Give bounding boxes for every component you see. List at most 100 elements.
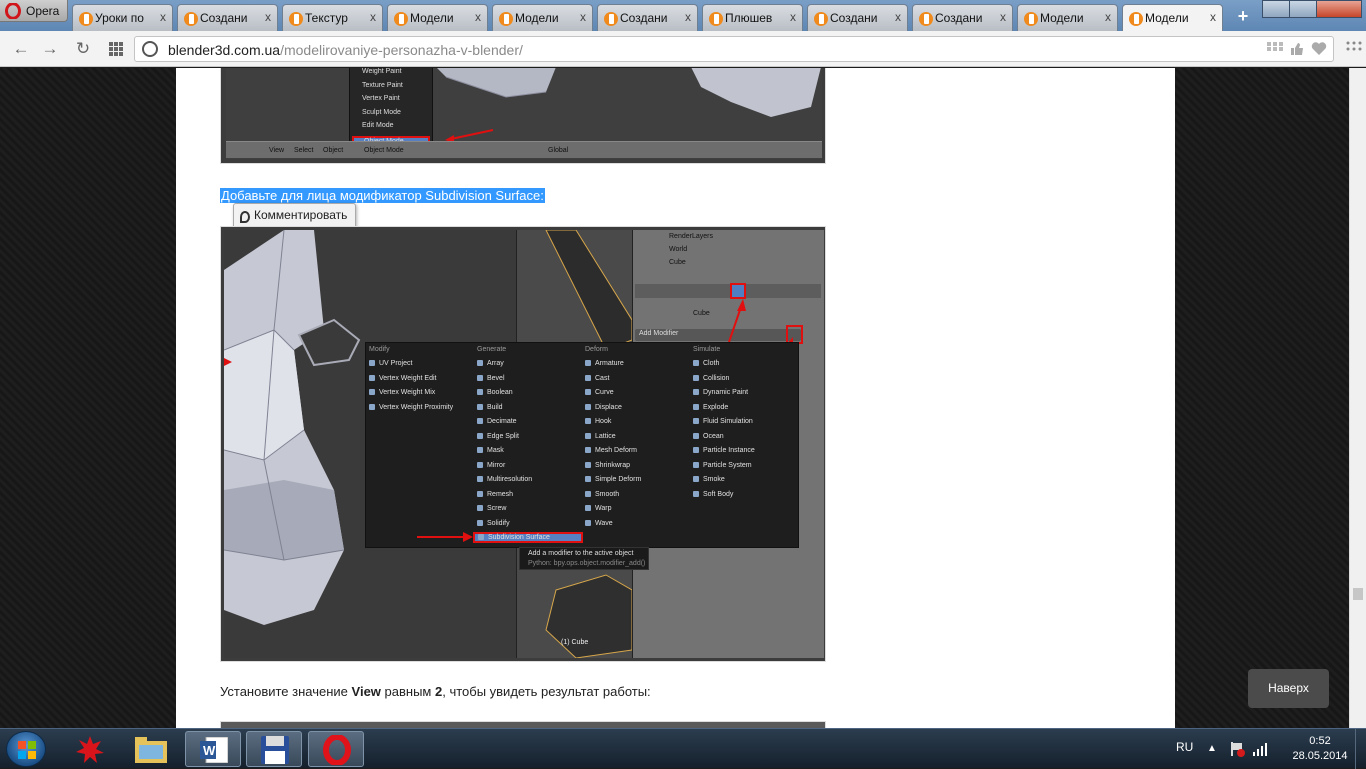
tab-close-icon[interactable]: x <box>1105 10 1111 24</box>
speed-dial-grid-icon[interactable] <box>1344 39 1364 59</box>
new-tab-button[interactable]: + <box>1232 6 1254 26</box>
page-scrollbar[interactable] <box>1349 68 1366 728</box>
tab-close-icon[interactable]: x <box>1210 10 1216 24</box>
browser-tab[interactable]: Создани x <box>807 4 908 31</box>
modifier-menu-item[interactable]: UV Project <box>369 360 412 367</box>
modifier-menu-item[interactable]: Warp <box>585 505 611 512</box>
modifier-menu-item[interactable]: Curve <box>585 389 614 396</box>
modifier-menu-item[interactable]: Lattice <box>585 433 616 440</box>
modifier-menu-item[interactable]: Vertex Weight Proximity <box>369 404 453 411</box>
browser-tab[interactable]: Модели x <box>387 4 488 31</box>
tab-close-icon[interactable]: x <box>1000 10 1006 24</box>
browser-tab[interactable]: Текстур x <box>282 4 383 31</box>
search-engines-icon[interactable] <box>1267 42 1283 56</box>
browser-tab[interactable]: Уроки по x <box>72 4 173 31</box>
reload-button[interactable]: ↻ <box>72 38 94 60</box>
forward-button[interactable]: → <box>39 38 61 60</box>
back-to-top-button[interactable]: Наверх <box>1248 669 1329 708</box>
modifier-menu-item[interactable]: Solidify <box>477 520 510 527</box>
show-desktop-button[interactable] <box>1355 729 1366 769</box>
modifier-menu-item[interactable]: Bevel <box>477 375 505 382</box>
modifier-menu-item[interactable]: Collision <box>693 375 729 382</box>
modifier-menu-item[interactable]: Decimate <box>477 418 517 425</box>
minimize-button[interactable] <box>1262 0 1290 18</box>
address-url[interactable]: blender3d.com.ua/modelirovaniye-personaz… <box>168 42 523 58</box>
network-signal-icon[interactable] <box>1252 741 1268 757</box>
modifier-menu-item[interactable]: Ocean <box>693 433 724 440</box>
modifier-menu-item[interactable]: Soft Body <box>693 491 733 498</box>
modifier-menu-item[interactable]: Cloth <box>693 360 719 367</box>
tab-close-icon[interactable]: x <box>790 10 796 24</box>
action-center-flag-icon[interactable] <box>1229 741 1245 757</box>
browser-tab[interactable]: Создани x <box>177 4 278 31</box>
modifier-menu-item[interactable]: Hook <box>585 418 611 425</box>
tab-close-icon[interactable]: x <box>580 10 586 24</box>
taskbar-save-app[interactable] <box>246 731 302 767</box>
modifier-menu-item[interactable]: Smooth <box>585 491 619 498</box>
tab-title: Создани <box>830 11 878 25</box>
taskbar-explorer[interactable] <box>123 731 179 767</box>
tray-show-hidden-icon[interactable]: ▲ <box>1207 743 1217 754</box>
browser-tab[interactable]: Создани x <box>912 4 1013 31</box>
system-clock[interactable]: 0:52 28.05.2014 <box>1290 734 1350 764</box>
close-window-button[interactable] <box>1316 0 1362 18</box>
taskbar-opera[interactable] <box>308 731 364 767</box>
modifier-menu-item[interactable]: Edge Split <box>477 433 519 440</box>
maximize-button[interactable] <box>1289 0 1317 18</box>
browser-tab[interactable]: Плюшев x <box>702 4 803 31</box>
opera-menu-button[interactable]: Opera <box>0 0 68 22</box>
tab-close-icon[interactable]: x <box>685 10 691 24</box>
address-bar[interactable]: blender3d.com.ua/modelirovaniye-personaz… <box>134 36 1334 62</box>
taskbar-app-red[interactable] <box>62 731 118 767</box>
mesh-shape-right <box>691 68 821 117</box>
bookmark-heart-icon[interactable] <box>1311 42 1327 56</box>
modifier-menu-item[interactable]: Boolean <box>477 389 513 396</box>
modifier-menu-item[interactable]: Multiresolution <box>477 476 532 483</box>
tab-close-icon[interactable]: x <box>475 10 481 24</box>
outliner-item: RenderLayers <box>669 233 713 240</box>
modifier-menu-item[interactable]: Shrinkwrap <box>585 462 630 469</box>
input-language-indicator[interactable]: RU <box>1176 740 1193 754</box>
modifier-menu-item[interactable]: Smoke <box>693 476 725 483</box>
modifier-menu-item[interactable]: Simple Deform <box>585 476 641 483</box>
modifier-menu-item[interactable]: Array <box>477 360 504 367</box>
browser-tab[interactable]: Модели x <box>1122 4 1223 32</box>
modifier-menu-item[interactable]: Subdivision Surface <box>473 532 583 543</box>
modifier-menu-item[interactable]: Remesh <box>477 491 513 498</box>
modifier-menu-item[interactable]: Cast <box>585 375 609 382</box>
tab-close-icon[interactable]: x <box>265 10 271 24</box>
start-button[interactable] <box>6 731 46 767</box>
speed-dial-icon[interactable] <box>109 42 123 56</box>
scrollbar-thumb[interactable] <box>1353 588 1363 600</box>
tooltip-title: Add a modifier to the active object <box>528 550 634 557</box>
browser-tab[interactable]: Модели x <box>1017 4 1118 31</box>
taskbar-word[interactable]: W <box>185 731 241 767</box>
modifier-menu-item[interactable]: Vertex Weight Edit <box>369 375 436 382</box>
modifier-menu-item[interactable]: Dynamic Paint <box>693 389 748 396</box>
modifier-menu-item[interactable]: Screw <box>477 505 506 512</box>
modifier-menu-item[interactable]: Mirror <box>477 462 505 469</box>
para2-text-2: равным <box>380 684 435 699</box>
modifier-menu-item[interactable]: Fluid Simulation <box>693 418 753 425</box>
modifier-menu-item[interactable]: Explode <box>693 404 728 411</box>
browser-tab[interactable]: Создани x <box>597 4 698 31</box>
modifier-menu-item[interactable]: Displace <box>585 404 622 411</box>
modifier-menu-item[interactable]: Wave <box>585 520 613 527</box>
tab-close-icon[interactable]: x <box>895 10 901 24</box>
modifier-menu-item[interactable]: Build <box>477 404 503 411</box>
modifier-menu-item[interactable]: Mesh Deform <box>585 447 637 454</box>
modifier-menu-item[interactable]: Particle System <box>693 462 752 469</box>
back-button[interactable]: ← <box>10 38 32 60</box>
tab-close-icon[interactable]: x <box>370 10 376 24</box>
blender-header-item: Select <box>294 147 314 154</box>
tab-favicon-icon <box>289 12 303 26</box>
modifier-menu-item[interactable]: Vertex Weight Mix <box>369 389 435 396</box>
modifier-menu-item[interactable]: Armature <box>585 360 624 367</box>
thumbs-up-icon[interactable] <box>1290 42 1304 56</box>
modifier-menu-item[interactable]: Particle Instance <box>693 447 755 454</box>
browser-tab[interactable]: Модели x <box>492 4 593 31</box>
site-info-icon[interactable] <box>142 41 158 57</box>
modifier-menu-item[interactable]: Mask <box>477 447 504 454</box>
tab-close-icon[interactable]: x <box>160 10 166 24</box>
mode-menu-item: Sculpt Mode <box>362 108 401 116</box>
